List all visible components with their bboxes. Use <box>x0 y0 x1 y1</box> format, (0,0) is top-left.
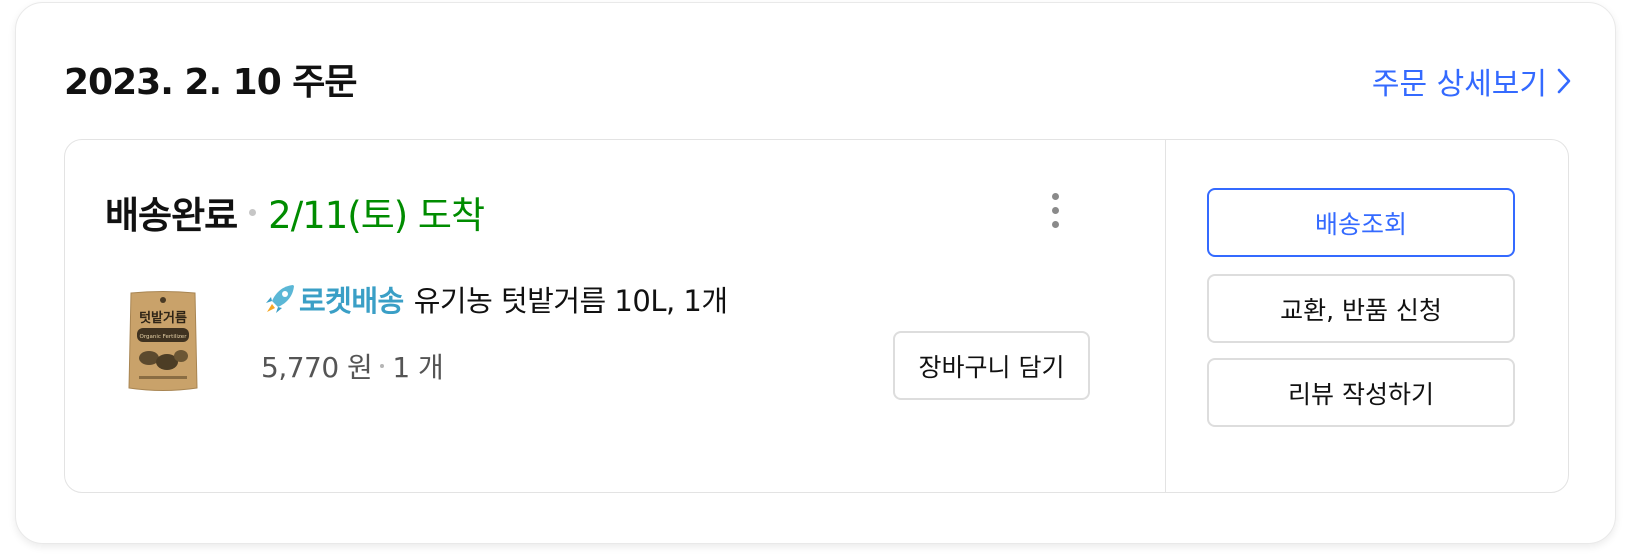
chevron-right-icon <box>1557 68 1571 94</box>
price-quantity: 5,770 원 1 개 <box>261 346 444 386</box>
track-delivery-button[interactable]: 배송조회 <box>1207 188 1515 257</box>
more-vertical-icon <box>1051 192 1059 200</box>
order-detail-link-label: 주문 상세보기 <box>1371 67 1547 102</box>
product-thumbnail[interactable]: 텃밭거름 Organic Fertilizer <box>127 290 199 393</box>
order-detail-link[interactable]: 주문 상세보기 <box>1372 59 1571 103</box>
order-date-title: 2023. 2. 10 주문 <box>64 62 358 103</box>
svg-text:Organic Fertilizer: Organic Fertilizer <box>140 334 188 340</box>
more-options-button[interactable] <box>1035 188 1075 232</box>
write-review-button[interactable]: 리뷰 작성하기 <box>1207 358 1515 427</box>
rocket-icon <box>266 285 294 313</box>
order-card: 2023. 2. 10 주문 주문 상세보기 배송완료 2/11(토) 도착 텃… <box>15 2 1616 544</box>
separator-dot <box>249 208 257 216</box>
product-quantity: 1 개 <box>392 351 444 384</box>
product-name: 유기농 텃밭거름 10L, 1개 <box>413 284 728 318</box>
svg-text:텃밭거름: 텃밭거름 <box>139 310 187 326</box>
delivery-status: 배송완료 2/11(토) 도착 <box>105 185 485 239</box>
arrival-date: 2/11(토) 도착 <box>268 194 485 237</box>
add-to-cart-button[interactable]: 장바구니 담기 <box>893 331 1090 400</box>
product-title-line[interactable]: 로켓배송 유기농 텃밭거름 10L, 1개 <box>263 278 728 320</box>
shipment-info: 배송완료 2/11(토) 도착 텃밭거름 Organic Fertilizer <box>65 140 1165 492</box>
delivery-status-text: 배송완료 <box>105 194 238 237</box>
shipment-box: 배송완료 2/11(토) 도착 텃밭거름 Organic Fertilizer <box>64 139 1569 493</box>
rocket-delivery-badge: 로켓배송 <box>299 284 404 318</box>
divider <box>1165 140 1166 492</box>
product-price: 5,770 원 <box>261 351 373 384</box>
exchange-return-button[interactable]: 교환, 반품 신청 <box>1207 274 1515 343</box>
separator-dot <box>380 364 385 368</box>
